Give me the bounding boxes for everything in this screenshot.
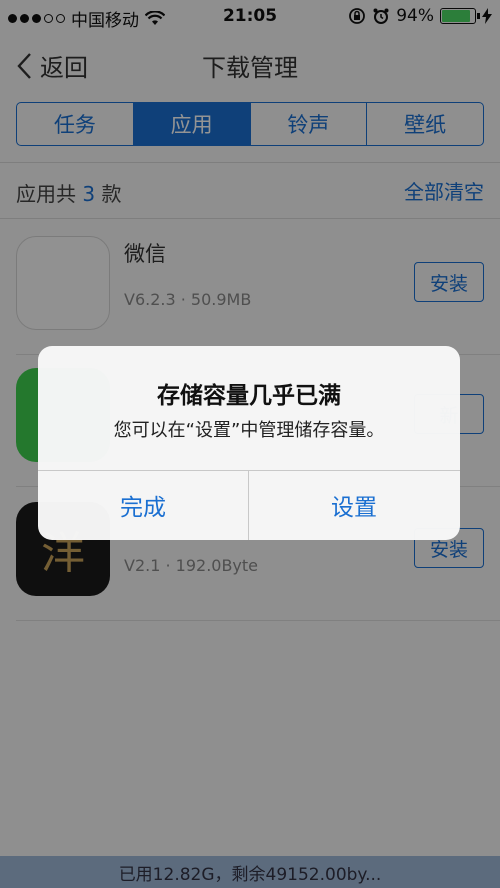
storage-alert-dialog: 存储容量几乎已满 您可以在“设置”中管理储存容量。 完成 设置 [38,346,460,540]
alert-title: 存储容量几乎已满 [157,383,341,409]
done-button[interactable]: 完成 [38,470,248,540]
alert-message: 您可以在“设置”中管理储存容量。 [113,420,385,441]
settings-button[interactable]: 设置 [249,470,459,540]
